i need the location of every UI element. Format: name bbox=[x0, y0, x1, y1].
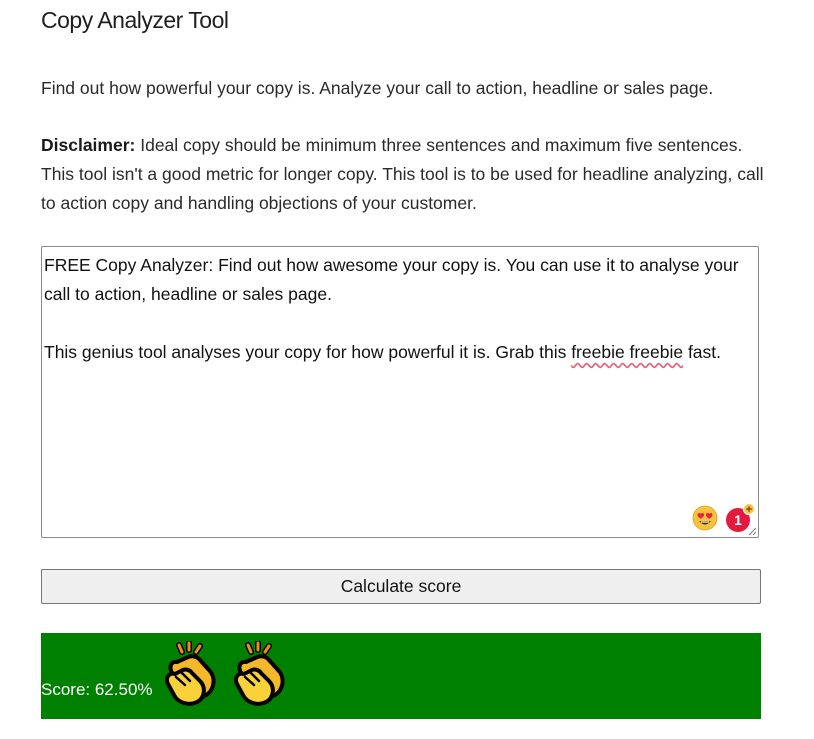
calculate-score-button[interactable]: Calculate score bbox=[41, 569, 761, 604]
copy-paragraph-1: FREE Copy Analyzer: Find out how awesome… bbox=[44, 255, 744, 304]
copy-textarea-content[interactable]: FREE Copy Analyzer: Find out how awesome… bbox=[44, 251, 756, 367]
spelling-error-highlight[interactable]: freebie freebie bbox=[571, 342, 683, 362]
intro-text: Find out how powerful your copy is. Anal… bbox=[41, 78, 714, 98]
heart-eyes-emoji-icon[interactable] bbox=[692, 505, 718, 531]
copy-paragraph-2-end: fast. bbox=[683, 342, 722, 362]
disclaimer-text: Disclaimer: Ideal copy should be minimum… bbox=[41, 131, 771, 218]
page-title: Copy Analyzer Tool bbox=[41, 7, 229, 33]
score-panel: Score: 62.50% bbox=[41, 633, 761, 719]
grammar-badge-count: 1 bbox=[734, 512, 742, 528]
clapping-hands-icon bbox=[233, 641, 285, 706]
copy-textarea[interactable]: FREE Copy Analyzer: Find out how awesome… bbox=[41, 246, 759, 538]
disclaimer-body: Ideal copy should be minimum three sente… bbox=[41, 135, 764, 213]
clapping-hands-icon bbox=[164, 641, 216, 706]
copy-paragraph-2-start: This genius tool analyses your copy for … bbox=[44, 342, 572, 362]
disclaimer-label: Disclaimer: bbox=[41, 135, 136, 155]
resize-handle-icon[interactable] bbox=[747, 526, 757, 536]
score-value: Score: 62.50% bbox=[41, 680, 153, 699]
